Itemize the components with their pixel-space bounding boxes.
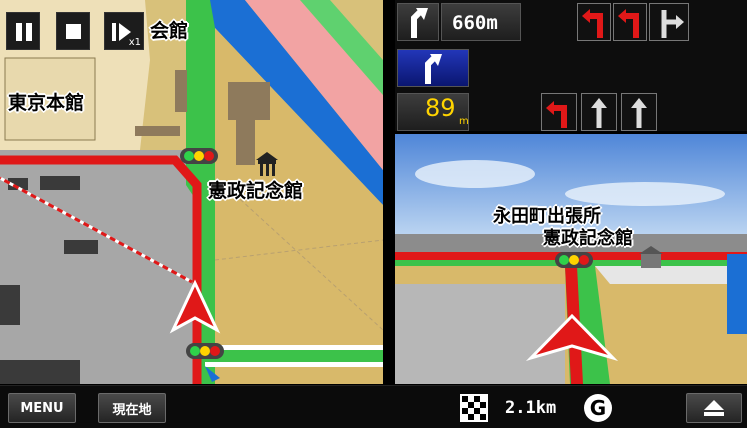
current-location-button[interactable]: 現在地 [98, 393, 166, 423]
map-label-kaikan: 会館 [150, 20, 189, 42]
menu-button[interactable]: MENU [8, 393, 76, 423]
map-label-kensei-kinenkan: 憲政記念館 [208, 180, 304, 202]
lane-left-turn-icon [541, 93, 577, 131]
lane-turn-icon [397, 3, 439, 41]
lane-straight-right-icon [649, 3, 689, 41]
remaining-distance-unit: m [459, 116, 469, 127]
guidance-row-1: 660m [395, 3, 747, 43]
3d-scene-graphics [395, 134, 747, 384]
lane-straight-icon [581, 93, 617, 131]
pause-button[interactable] [6, 12, 40, 50]
route-mode-icon[interactable]: G [584, 394, 612, 422]
destination-distance: 2.1km [505, 398, 557, 418]
playback-speed-button[interactable]: x1 [104, 12, 144, 50]
traffic-light-icon [186, 343, 224, 359]
next-turn-distance: 660m [452, 12, 498, 34]
navigation-map[interactable]: 会館 東京本館 憲政記念館 x1 [0, 0, 383, 384]
stop-button[interactable] [56, 12, 90, 50]
eject-button[interactable] [686, 393, 742, 423]
next-turn-distance-cell: 660m [441, 3, 521, 41]
traffic-light-icon [555, 252, 593, 268]
pause-icon [16, 23, 32, 41]
map-label-tokyo-honkan: 東京本館 [8, 92, 85, 114]
speed-tag: x1 [128, 37, 141, 48]
bottom-bar: MENU 現在地 2.1km G [0, 385, 747, 428]
3d-label-kensei-kinenkan: 憲政記念館 [543, 228, 633, 249]
destination-flag-icon [460, 394, 488, 422]
eject-icon [704, 400, 724, 416]
junction-preview-icon [397, 49, 469, 87]
lane-straight-icon [621, 93, 657, 131]
map-graphics [0, 0, 383, 384]
guidance-row-2 [395, 49, 747, 89]
3d-junction-view: 永田町出張所 憲政記念館 [395, 134, 747, 384]
stop-icon [66, 24, 81, 39]
lane-left-turn-icon [613, 3, 647, 41]
lane-left-turn-icon [577, 3, 611, 41]
remaining-distance-value: 89 [425, 94, 456, 122]
traffic-light-icon [180, 148, 218, 164]
